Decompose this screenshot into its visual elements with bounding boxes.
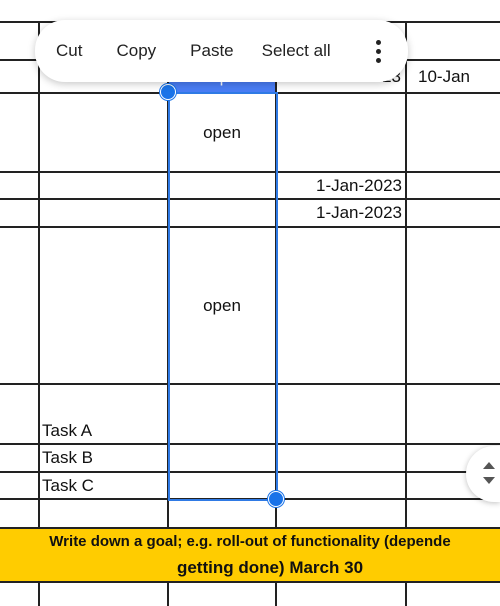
cell-text: Task A: [42, 420, 93, 440]
cell-text: 1-Jan-2023: [315, 203, 402, 222]
context-menu: Cut Copy Paste Select all: [35, 20, 408, 82]
menu-item-paste[interactable]: Paste: [180, 41, 243, 61]
menu-item-cut[interactable]: Cut: [46, 41, 92, 61]
col-divider: [38, 21, 40, 606]
cell-text: Task C: [42, 475, 94, 495]
cell-text: Task B: [42, 448, 94, 467]
cell-task-c[interactable]: Task C: [42, 473, 166, 498]
selection-handle-start[interactable]: [160, 84, 176, 100]
cell-task-a[interactable]: Task A: [42, 418, 166, 443]
cell-task-b[interactable]: Task B: [42, 445, 166, 471]
goal-banner-cell[interactable]: Write down a goal; e.g. roll-out of func…: [0, 527, 500, 583]
cell-date[interactable]: 1-Jan-2023: [277, 200, 402, 226]
selection-handle-end[interactable]: [268, 491, 284, 507]
col-divider: [405, 21, 407, 606]
cell-date[interactable]: 10-Jan: [418, 61, 500, 92]
more-vertical-icon[interactable]: [376, 40, 382, 67]
cell-text: 1-Jan-2023: [315, 175, 402, 195]
banner-line-1: Write down a goal; e.g. roll-out of func…: [49, 533, 451, 550]
menu-item-select-all[interactable]: Select all: [252, 41, 341, 61]
chevron-up-icon: [483, 462, 495, 469]
chevron-down-icon: [483, 477, 495, 484]
cell-text: 10-Jan: [418, 66, 470, 86]
menu-item-copy[interactable]: Copy: [106, 41, 166, 61]
selection-range: [168, 92, 278, 501]
scroll-up-down-button[interactable]: [466, 446, 500, 502]
banner-line-2: getting done) March 30: [176, 558, 364, 577]
cell-date[interactable]: 1-Jan-2023: [277, 173, 402, 198]
